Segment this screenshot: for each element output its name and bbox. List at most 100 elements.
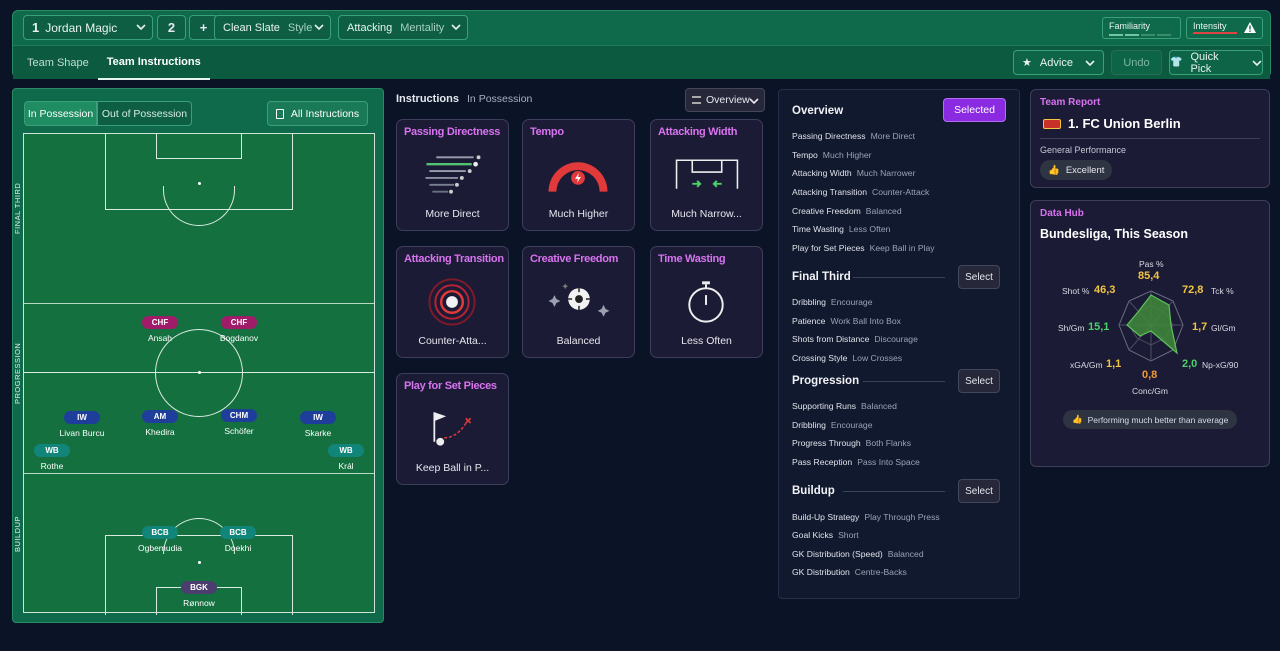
overview-row: Patience Work Ball Into Box	[792, 316, 901, 326]
instruction-card-play-for-set-pieces[interactable]: Play for Set Pieces Keep Ball in P...	[396, 373, 509, 485]
player-name: Khedira	[145, 427, 175, 437]
stat-value-tck: 72,8	[1182, 284, 1204, 296]
player-name: Král	[338, 461, 354, 471]
tactic-2-button[interactable]: 2	[157, 15, 186, 40]
team-report-header: Team Report	[1040, 97, 1101, 108]
overview-selected-button[interactable]: Selected	[943, 98, 1006, 122]
row-value: Much Narrower	[856, 168, 916, 178]
data-hub-title: Bundesliga, This Season	[1040, 227, 1188, 241]
stat-value-gl: 1,7	[1192, 321, 1208, 333]
overview-row: Time Wasting Less Often	[792, 224, 890, 234]
card-title: Creative Freedom	[530, 253, 619, 265]
view-select-dropdown[interactable]: Overview	[685, 88, 765, 112]
tactic-toolbar: 1 Jordan Magic 2 + Clean Slate Style Att…	[12, 10, 1271, 80]
card-value: Less Often	[681, 335, 732, 347]
player-iw-skarke[interactable]: IW Skarke	[283, 407, 353, 438]
out-of-possession-toggle[interactable]: Out of Possession	[97, 101, 192, 126]
tab-team-shape[interactable]: Team Shape	[18, 46, 98, 80]
row-value: Work Ball Into Box	[830, 316, 901, 326]
section-divider	[843, 491, 945, 492]
row-value: Less Often	[848, 224, 891, 234]
instruction-card-passing-directness[interactable]: Passing Directness More Direct	[396, 119, 509, 231]
overview-row: Supporting Runs Balanced	[792, 401, 897, 411]
player-chf-ansah[interactable]: CHF Ansah	[125, 312, 195, 343]
pitch-panel: In Possession Out of Possession All Inst…	[12, 88, 384, 623]
instruction-card-attacking-transition[interactable]: Attacking Transition Counter-Atta...	[396, 246, 509, 358]
stat-value-conc: 0,8	[1142, 369, 1158, 381]
club-crest-icon	[1043, 119, 1061, 129]
performance-radar-chart	[1118, 290, 1184, 362]
row-value: Play Through Press	[864, 512, 940, 522]
buildup-select-button[interactable]: Select	[958, 479, 1000, 503]
player-name: Ansah	[147, 333, 173, 343]
stopwatch-icon	[688, 281, 724, 323]
familiarity-label: Familiarity	[1109, 21, 1151, 31]
overview-row: Pass Reception Pass Into Space	[792, 457, 920, 467]
overview-panel: Overview Selected Passing Directness More…	[778, 89, 1020, 599]
advice-button[interactable]: ★ Advice	[1013, 50, 1104, 75]
all-instructions-button[interactable]: All Instructions	[267, 101, 368, 126]
in-possession-toggle[interactable]: In Possession	[24, 101, 97, 126]
player-name: Rønnow	[183, 598, 215, 608]
player-bcb-doekhi[interactable]: BCB Doekhi	[203, 522, 273, 553]
position-badge: AM	[142, 410, 178, 423]
position-badge: BGK	[181, 581, 217, 594]
undo-label: Undo	[1123, 56, 1150, 69]
row-value: More Direct	[870, 131, 915, 141]
style-selector[interactable]: Clean Slate Style	[214, 15, 331, 40]
instruction-card-tempo[interactable]: Tempo Much Higher	[522, 119, 635, 231]
undo-button[interactable]: Undo	[1111, 50, 1162, 75]
row-value: Much Higher	[822, 150, 872, 160]
overview-row: Build-Up Strategy Play Through Press	[792, 512, 940, 522]
player-am-khedira[interactable]: AM Khedira	[125, 406, 195, 437]
data-hub-panel: Data Hub Bundesliga, This Season 85,4 Pa…	[1030, 200, 1270, 467]
instruction-card-creative-freedom[interactable]: Creative Freedom Balanced	[522, 246, 635, 358]
row-value: Both Flanks	[865, 438, 912, 448]
overview-row: Dribbling Encourage	[792, 297, 873, 307]
overview-row: Crossing Style Low Crosses	[792, 353, 902, 363]
row-key: Tempo	[792, 150, 818, 160]
player-iw-livan-burcu[interactable]: IW Livan Burcu	[47, 407, 117, 438]
card-title: Attacking Width	[658, 126, 738, 138]
tactic-2-number: 2	[167, 20, 176, 35]
row-value: Encourage	[830, 420, 873, 430]
overview-row: Play for Set Pieces Keep Ball in Play	[792, 243, 935, 253]
player-wb-rothe[interactable]: WB Rothe	[17, 440, 87, 471]
card-value: Keep Ball in P...	[415, 462, 490, 474]
performance-rating-badge: 👍 Excellent	[1040, 160, 1113, 180]
player-wb-kral[interactable]: WB Král	[311, 440, 381, 471]
instruction-card-attacking-width[interactable]: Attacking Width Much Narrow...	[650, 119, 763, 231]
overview-row: GK Distribution (Speed) Balanced	[792, 549, 924, 559]
mentality-value: Attacking	[347, 21, 393, 34]
quick-pick-button[interactable]: 👕 Quick Pick	[1169, 50, 1263, 75]
row-value: Centre-Backs	[854, 567, 907, 577]
row-value: Short	[838, 530, 859, 540]
player-bgk-ronnow[interactable]: BGK Rønnow	[164, 577, 234, 608]
mentality-selector[interactable]: Attacking Mentality	[338, 15, 468, 40]
final-third-select-button[interactable]: Select	[958, 265, 1000, 289]
warning-icon	[1244, 22, 1256, 33]
tactic-1-selector[interactable]: 1 Jordan Magic	[23, 15, 153, 40]
familiarity-meter[interactable]: Familiarity	[1102, 17, 1181, 39]
row-key: Passing Directness	[792, 131, 866, 141]
top-penalty-spot	[198, 182, 201, 185]
advice-label: Advice	[1039, 56, 1073, 69]
view-select-label: Overview	[706, 94, 750, 106]
progression-select-button[interactable]: Select	[958, 369, 1000, 393]
tab-team-instructions[interactable]: Team Instructions	[97, 46, 210, 80]
performance-summary-badge: 👍 Performing much better than average	[1063, 410, 1238, 429]
card-title: Attacking Transition	[404, 253, 504, 265]
player-bcb-ogbemudia[interactable]: BCB Ogbemudia	[125, 522, 195, 553]
position-badge: IW	[64, 411, 100, 424]
tactic-tabs: Team Shape Team Instructions	[18, 46, 210, 80]
player-chm-schofer[interactable]: CHM Schöfer	[204, 405, 274, 436]
intensity-bar	[1193, 32, 1237, 34]
instruction-card-time-wasting[interactable]: Time Wasting Less Often	[650, 246, 763, 358]
position-badge: BCB	[220, 526, 256, 539]
top-six-yard-box	[156, 133, 242, 159]
shirt-icon: 👕	[1170, 57, 1183, 68]
goal-width-icon	[675, 159, 739, 189]
player-chf-bogdanov[interactable]: CHF Bogdanov	[204, 312, 274, 343]
intensity-meter[interactable]: Intensity	[1186, 17, 1263, 39]
team-name[interactable]: 1. FC Union Berlin	[1068, 116, 1181, 131]
